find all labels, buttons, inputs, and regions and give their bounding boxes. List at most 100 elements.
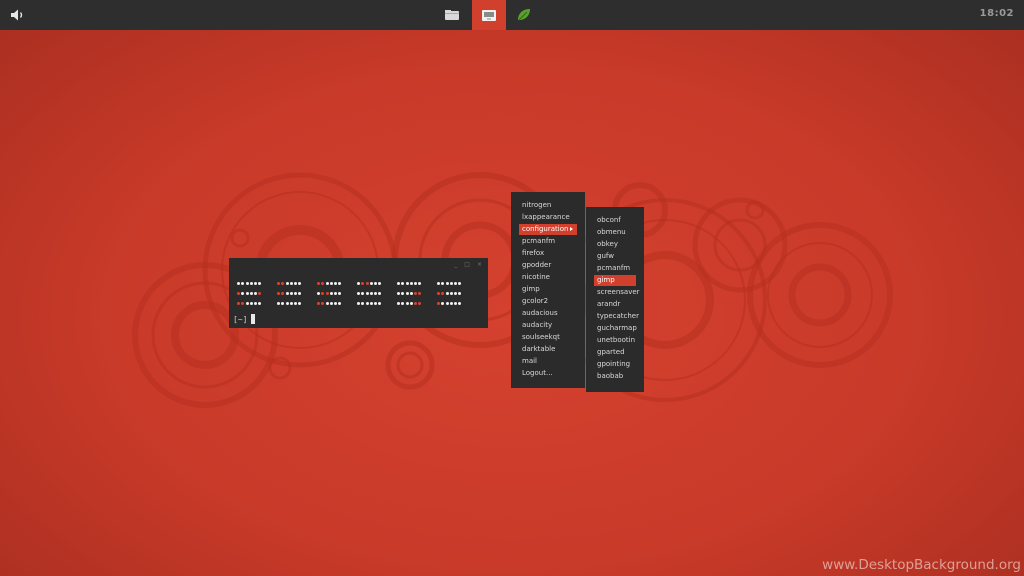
taskbar-terminal[interactable]	[472, 0, 506, 30]
color-dot	[414, 281, 418, 285]
submenu-item-screensaver[interactable]: screensaver	[594, 287, 640, 298]
window-controls: _ □ ×	[454, 261, 482, 269]
menu-item-label: gparted	[597, 348, 625, 356]
submenu-item-gucharmap[interactable]: gucharmap	[594, 323, 637, 334]
submenu-item-typecatcher[interactable]: typecatcher	[594, 311, 639, 322]
color-block	[437, 278, 477, 288]
color-dot	[298, 291, 302, 295]
menu-item-label: gcolor2	[522, 297, 549, 305]
color-dot	[298, 281, 302, 285]
color-dot	[249, 301, 253, 305]
menu-item-configuration[interactable]: configuration	[519, 224, 577, 235]
color-dot	[317, 291, 320, 295]
color-dot	[441, 281, 445, 285]
menu-item-label: obkey	[597, 240, 618, 248]
maximize-button[interactable]: □	[464, 261, 470, 269]
color-dot	[237, 291, 240, 295]
color-dot	[418, 281, 422, 285]
color-block	[237, 298, 277, 308]
file-manager-icon	[445, 10, 459, 20]
color-block	[397, 298, 437, 308]
color-dot	[378, 291, 382, 295]
color-dot	[405, 301, 409, 305]
submenu-item-baobab[interactable]: baobab	[594, 371, 636, 382]
color-dot	[449, 281, 453, 285]
color-dot	[254, 301, 258, 305]
color-dot	[241, 301, 245, 305]
menu-item-firefox[interactable]: firefox	[519, 248, 577, 259]
color-dot	[361, 301, 365, 305]
submenu-item-arandr[interactable]: arandr	[594, 299, 636, 310]
color-dot	[277, 301, 280, 305]
menu-item-label: gimp	[597, 276, 615, 284]
menu-item-label: unetbootin	[597, 336, 636, 344]
color-dot	[361, 281, 365, 285]
submenu-item-gufw[interactable]: gufw	[594, 251, 636, 262]
menu-item-nitrogen[interactable]: nitrogen	[519, 200, 577, 211]
configuration-submenu: obconf obmenu obkey gufw pcmanfm gimp screensa…	[586, 207, 644, 392]
color-dot	[458, 301, 462, 305]
submenu-item-obmenu[interactable]: obmenu	[594, 227, 636, 238]
color-dot	[458, 281, 462, 285]
color-dot	[437, 301, 440, 305]
color-block	[277, 298, 317, 308]
submenu-item-obconf[interactable]: obconf	[594, 215, 636, 226]
color-dot	[405, 281, 409, 285]
close-button[interactable]: ×	[477, 261, 482, 269]
color-dot	[454, 281, 458, 285]
menu-item-gcolor2[interactable]: gcolor2	[519, 296, 577, 307]
color-block	[437, 298, 477, 308]
terminal-window[interactable]: _ □ × [~]	[229, 258, 488, 328]
taskbar-file-manager[interactable]	[435, 0, 469, 30]
menu-item-soulseekqt[interactable]: soulseekqt	[519, 332, 577, 343]
submenu-item-pcmanfm[interactable]: pcmanfm	[594, 263, 636, 274]
color-dot	[454, 301, 458, 305]
color-dot	[441, 291, 445, 295]
color-dot	[365, 281, 369, 285]
color-row	[237, 288, 477, 298]
menu-item-label: gpointing	[597, 360, 631, 368]
panel-clock[interactable]: 18:02	[980, 8, 1014, 19]
menu-item-mail[interactable]: mail	[519, 356, 577, 367]
menu-item-gpodder[interactable]: gpodder	[519, 260, 577, 271]
taskbar-leaf-app[interactable]	[507, 0, 541, 30]
color-dot	[325, 291, 329, 295]
submenu-item-gpointing[interactable]: gpointing	[594, 359, 636, 370]
submenu-item-gimp[interactable]: gimp	[594, 275, 636, 286]
color-dot	[338, 291, 342, 295]
color-dot	[289, 301, 293, 305]
menu-item-label: arandr	[597, 300, 621, 308]
color-dot	[378, 281, 382, 285]
color-dot	[449, 291, 453, 295]
menu-item-pcmanfm[interactable]: pcmanfm	[519, 236, 577, 247]
color-dot	[454, 291, 458, 295]
menu-item-gimp[interactable]: gimp	[519, 284, 577, 295]
menu-item-label: lxappearance	[522, 213, 570, 221]
top-panel: 18:02	[0, 0, 1024, 30]
color-dot	[334, 291, 338, 295]
minimize-button[interactable]: _	[454, 261, 457, 269]
terminal-cursor	[251, 314, 255, 324]
menu-item-darktable[interactable]: darktable	[519, 344, 577, 355]
color-dot	[254, 291, 258, 295]
root-menu: nitrogen lxappearance configuration pcmanfm…	[511, 192, 585, 388]
color-row	[237, 278, 477, 288]
menu-item-lxappearance[interactable]: lxappearance	[519, 212, 577, 223]
color-dot	[414, 301, 418, 305]
menu-item-nicotine[interactable]: nicotine	[519, 272, 577, 283]
color-dot	[357, 281, 360, 285]
menu-item-label: pcmanfm	[522, 237, 556, 245]
color-block	[277, 288, 317, 298]
submenu-item-gparted[interactable]: gparted	[594, 347, 636, 358]
menu-item-audacious[interactable]: audacious	[519, 308, 577, 319]
color-dot	[365, 301, 369, 305]
color-block	[317, 298, 357, 308]
color-dot	[401, 281, 405, 285]
volume-icon[interactable]	[10, 8, 26, 22]
submenu-item-obkey[interactable]: obkey	[594, 239, 636, 250]
menu-item-audacity[interactable]: audacity	[519, 320, 577, 331]
submenu-item-unetbootin[interactable]: unetbootin	[594, 335, 636, 346]
menu-item-logout[interactable]: Logout...	[519, 368, 577, 379]
color-dot	[294, 291, 298, 295]
menu-item-label: mail	[522, 357, 537, 365]
